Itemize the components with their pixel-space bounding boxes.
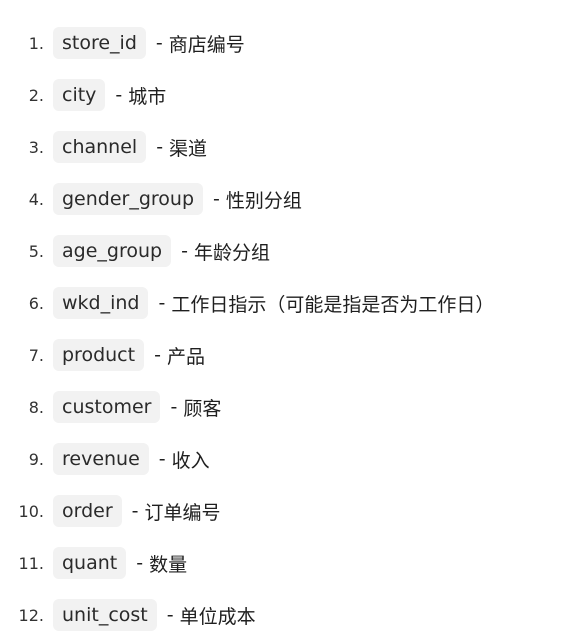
- item-body: customer - 顾客: [53, 391, 221, 423]
- list-item: 12. unit_cost - 单位成本: [0, 589, 583, 641]
- item-body: channel - 渠道: [53, 131, 207, 163]
- item-number: 10.: [18, 501, 44, 521]
- field-code: customer: [53, 391, 161, 423]
- field-code: store_id: [53, 27, 146, 59]
- list-item: 11. quant - 数量: [0, 537, 583, 589]
- field-description: 渠道: [169, 137, 208, 160]
- field-code: channel: [53, 131, 147, 163]
- field-description: 数量: [149, 553, 188, 576]
- separator: -: [154, 344, 161, 366]
- field-code: wkd_ind: [53, 287, 149, 319]
- field-description: 产品: [166, 345, 205, 368]
- field-code: quant: [53, 547, 127, 579]
- field-code: city: [53, 79, 106, 111]
- separator: -: [170, 396, 178, 418]
- field-code: unit_cost: [53, 599, 157, 631]
- separator: -: [156, 136, 164, 158]
- item-number: 5.: [28, 241, 44, 261]
- item-number: 11.: [18, 553, 44, 573]
- item-body: age_group - 年龄分组: [53, 235, 270, 267]
- field-description: 订单编号: [144, 501, 221, 524]
- field-description: 性别分组: [225, 189, 302, 212]
- item-body: order - 订单编号: [53, 495, 221, 527]
- item-body: unit_cost - 单位成本: [53, 599, 256, 631]
- item-number: 6.: [28, 293, 44, 313]
- list-item: 8. customer - 顾客: [0, 381, 583, 433]
- item-body: product - 产品: [53, 339, 205, 371]
- list-item: 9. revenue - 收入: [0, 433, 583, 485]
- field-list: 1. store_id - 商店编号 2. city - 城市 3. chann…: [0, 17, 583, 641]
- list-item: 3. channel - 渠道: [0, 121, 583, 173]
- item-body: revenue - 收入: [53, 443, 210, 475]
- list-item: 1. store_id - 商店编号: [0, 17, 583, 69]
- list-item: 4. gender_group - 性别分组: [0, 173, 583, 225]
- separator: -: [155, 32, 163, 54]
- item-number: 8.: [28, 397, 44, 417]
- list-item: 5. age_group - 年龄分组: [0, 225, 583, 277]
- list-item: 10. order - 订单编号: [0, 485, 583, 537]
- field-description: 单位成本: [179, 605, 256, 628]
- separator: -: [115, 84, 123, 106]
- field-code: age_group: [53, 235, 172, 267]
- item-body: gender_group - 性别分组: [53, 183, 302, 215]
- item-number: 1.: [28, 33, 44, 53]
- field-description: 城市: [128, 85, 167, 108]
- item-number: 2.: [28, 85, 44, 105]
- separator: -: [158, 448, 166, 470]
- field-description: 顾客: [183, 397, 222, 420]
- field-description: 收入: [171, 449, 210, 472]
- item-number: 4.: [28, 189, 44, 209]
- separator: -: [181, 240, 188, 262]
- field-description: 商店编号: [168, 33, 245, 56]
- separator: -: [166, 604, 174, 626]
- field-code: product: [53, 339, 145, 371]
- item-body: city - 城市: [53, 79, 166, 111]
- item-body: store_id - 商店编号: [53, 27, 245, 59]
- list-item: 2. city - 城市: [0, 69, 583, 121]
- item-number: 3.: [28, 137, 44, 157]
- field-description: 工作日指示（可能是指是否为工作日）: [171, 293, 495, 316]
- item-body: quant - 数量: [53, 547, 187, 579]
- list-item: 7. product - 产品: [0, 329, 583, 381]
- field-code: revenue: [53, 443, 149, 475]
- separator: -: [136, 552, 144, 574]
- item-number: 12.: [18, 605, 44, 625]
- item-body: wkd_ind - 工作日指示（可能是指是否为工作日）: [53, 287, 494, 319]
- item-number: 9.: [28, 449, 44, 469]
- separator: -: [158, 292, 166, 314]
- item-number: 7.: [28, 345, 44, 365]
- field-code: order: [53, 495, 122, 527]
- list-item: 6. wkd_ind - 工作日指示（可能是指是否为工作日）: [0, 277, 583, 329]
- field-description: 年龄分组: [193, 241, 270, 264]
- separator: -: [131, 500, 139, 522]
- separator: -: [213, 188, 220, 210]
- field-code: gender_group: [53, 183, 204, 215]
